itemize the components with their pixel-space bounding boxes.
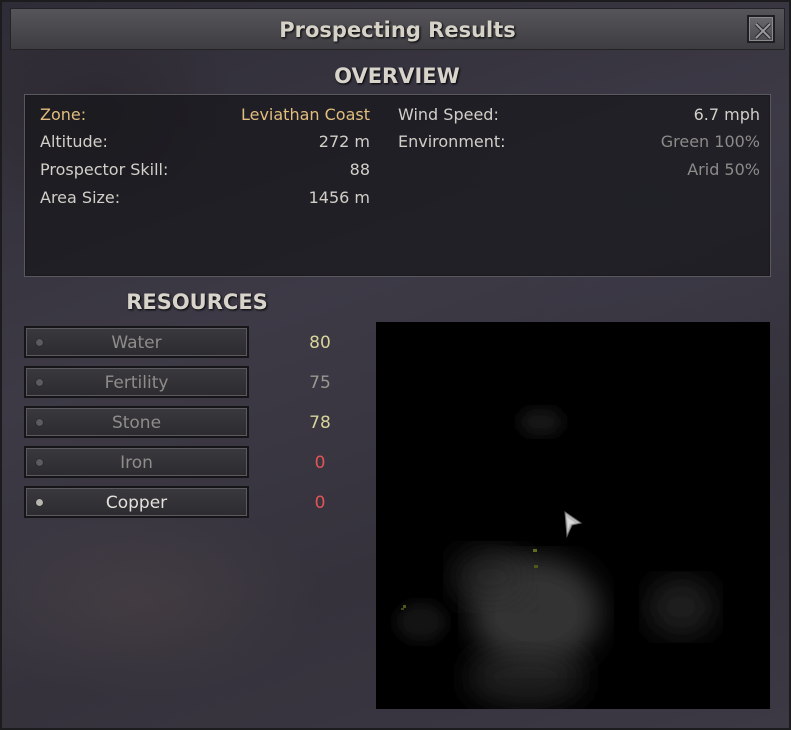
resources-heading: RESOURCES [126, 290, 268, 314]
altitude-value: 272 m [318, 132, 370, 151]
resource-value-stone: 78 [309, 413, 331, 433]
close-button[interactable] [747, 15, 775, 43]
resource-value-fertility: 75 [309, 373, 331, 393]
prospector-skill-label: Prospector Skill: [40, 160, 169, 179]
resource-button-water[interactable]: Water [24, 326, 249, 358]
resource-button-copper[interactable]: Copper [24, 486, 249, 518]
copper-deposit-marker [534, 565, 538, 568]
title-bar[interactable]: Prospecting Results [10, 8, 785, 50]
copper-deposit-marker [403, 605, 406, 608]
window-title: Prospecting Results [279, 18, 516, 42]
resource-value-copper: 0 [314, 493, 326, 513]
resource-label: Copper [105, 493, 168, 513]
altitude-label: Altitude: [40, 132, 108, 151]
copper-deposit-marker [533, 549, 537, 552]
zone-label: Zone: [40, 105, 87, 124]
resource-value-iron: 0 [314, 453, 326, 473]
area-size-value: 1456 m [308, 188, 370, 207]
wind-speed-value: 6.7 mph [693, 105, 760, 124]
resource-label: Stone [111, 413, 162, 433]
resource-button-stone[interactable]: Stone [24, 406, 249, 438]
resource-button-fertility[interactable]: Fertility [24, 366, 249, 398]
wind-speed-label: Wind Speed: [398, 105, 499, 124]
close-icon [754, 22, 772, 40]
overview-panel: Zone: Leviathan Coast Altitude: 272 m Pr… [24, 94, 771, 277]
resource-label: Iron [120, 453, 153, 473]
resource-label: Fertility [104, 373, 169, 393]
environment-label: Environment: [398, 132, 506, 151]
resource-map-canvas [396, 408, 716, 707]
environment-value-green: Green 100% [660, 132, 760, 151]
area-size-label: Area Size: [40, 188, 121, 207]
resource-button-iron[interactable]: Iron [24, 446, 249, 478]
resource-value-water: 80 [309, 333, 331, 353]
zone-value: Leviathan Coast [240, 105, 370, 124]
prospector-skill-value: 88 [349, 160, 370, 179]
copper-deposit-marker [401, 608, 404, 610]
overview-heading: OVERVIEW [334, 64, 460, 88]
resource-label: Water [111, 333, 162, 353]
prospecting-window: Prospecting Results OVERVIEW Zone: Levia… [0, 0, 791, 730]
resource-map[interactable] [376, 322, 770, 709]
environment-value-arid: Arid 50% [687, 160, 760, 179]
arrow-cursor-icon [564, 510, 583, 538]
